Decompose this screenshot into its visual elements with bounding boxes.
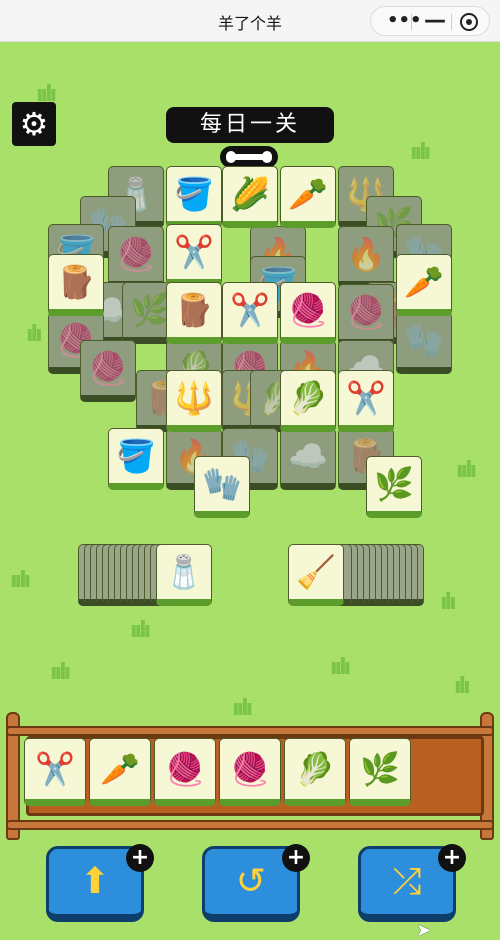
grass-decoration: ılı bbox=[26, 322, 43, 347]
tile-icon: 🌿 bbox=[360, 750, 400, 788]
tile-icon: 🧶 bbox=[288, 291, 328, 329]
tile-icon: ✂️ bbox=[230, 291, 270, 329]
bone-icon bbox=[220, 146, 278, 168]
game-tile-carrot[interactable]: 🥕 bbox=[280, 166, 336, 228]
grass-decoration: ılı bbox=[440, 590, 457, 615]
minimize-button[interactable]: — bbox=[424, 8, 446, 33]
tile-icon: 🧂 bbox=[164, 553, 204, 591]
grass-decoration: ılı bbox=[454, 674, 471, 699]
tile-icon: 🪣 bbox=[116, 437, 156, 475]
covered-tile: 🧶 bbox=[80, 340, 136, 402]
add-undo-plus-icon[interactable]: + bbox=[282, 844, 310, 872]
covered-tile: 🧶 bbox=[108, 226, 164, 288]
tile-icon: 🧶 bbox=[346, 293, 386, 331]
tile-icon: ✂️ bbox=[174, 233, 214, 271]
add-move-out-plus-icon[interactable]: + bbox=[126, 844, 154, 872]
tile-icon: 🔱 bbox=[174, 379, 214, 417]
grass-decoration: ıılı bbox=[10, 568, 31, 593]
game-tile-scissors[interactable]: ✂️ bbox=[166, 224, 222, 286]
tile-icon: 🧶 bbox=[116, 235, 156, 273]
divider bbox=[451, 14, 452, 30]
tile-icon: 🔥 bbox=[346, 235, 386, 273]
add-shuffle-plus-icon[interactable]: + bbox=[438, 844, 466, 872]
tile-icon: 🧶 bbox=[88, 349, 128, 387]
tile-icon: ✂️ bbox=[346, 379, 386, 417]
tile-icon: 🥬 bbox=[288, 379, 328, 417]
tile-icon: ✂️ bbox=[35, 750, 75, 788]
tile-icon: 🧹 bbox=[296, 553, 336, 591]
right-stack-top-tile[interactable]: 🧹 bbox=[288, 544, 344, 606]
tile-icon: 🧶 bbox=[165, 750, 205, 788]
covered-tile: ☁️ bbox=[280, 428, 336, 490]
close-record-button[interactable] bbox=[460, 13, 478, 31]
game-tile-stump[interactable]: 🪵 bbox=[48, 254, 104, 316]
mini-program-titlebar: 羊了个羊 ••• — bbox=[0, 0, 500, 42]
tile-icon: 🥕 bbox=[288, 175, 328, 213]
slot-tile: 🌿 bbox=[349, 738, 411, 806]
settings-gear-icon[interactable]: ⚙ bbox=[12, 102, 56, 146]
tile-icon: 🪵 bbox=[174, 291, 214, 329]
tile-icon: 🪣 bbox=[174, 175, 214, 213]
divider bbox=[411, 14, 412, 30]
game-tile-pitchfork[interactable]: 🔱 bbox=[166, 370, 222, 432]
covered-tile: 🧶 bbox=[338, 284, 394, 346]
game-tile-carrot[interactable]: 🥕 bbox=[396, 254, 452, 316]
tile-icon: 🌿 bbox=[374, 465, 414, 503]
game-tile-stump[interactable]: 🪵 bbox=[166, 282, 222, 344]
game-tile-bucket[interactable]: 🪣 bbox=[108, 428, 164, 490]
tile-icon: 🧤 bbox=[202, 465, 242, 503]
slot-tile: 🥕 bbox=[89, 738, 151, 806]
more-menu-button[interactable]: ••• bbox=[387, 10, 422, 31]
mouse-cursor-icon: ➤ bbox=[416, 920, 432, 940]
tile-icon: 🥬 bbox=[295, 750, 335, 788]
game-tile-bucket[interactable]: 🪣 bbox=[166, 166, 222, 228]
tile-icon: 🪵 bbox=[56, 263, 96, 301]
game-tile-glove[interactable]: 🧤 bbox=[194, 456, 250, 518]
shuffle-icon: ⤮ bbox=[392, 860, 422, 902]
slot-tile: ✂️ bbox=[24, 738, 86, 806]
fence-rail bbox=[6, 820, 494, 830]
grass-decoration: ıılı bbox=[130, 618, 151, 643]
tile-icon: 🧶 bbox=[230, 750, 270, 788]
tile-icon: 🥕 bbox=[404, 263, 444, 301]
left-stack-top-tile[interactable]: 🧂 bbox=[156, 544, 212, 606]
tile-icon: ☁️ bbox=[288, 437, 328, 475]
game-tile-scissors[interactable]: ✂️ bbox=[222, 282, 278, 344]
tile-icon: 🧤 bbox=[404, 321, 444, 359]
grass-decoration: ıılı bbox=[456, 458, 477, 483]
covered-tile: 🔥 bbox=[338, 226, 394, 288]
game-tile-grass[interactable]: 🌿 bbox=[366, 456, 422, 518]
game-tile-cabbage[interactable]: 🥬 bbox=[280, 370, 336, 432]
level-title: 每日一关 bbox=[166, 107, 334, 143]
move-out-icon: ⬆ bbox=[79, 861, 111, 902]
slot-tile: 🧶 bbox=[219, 738, 281, 806]
game-tile-yarn[interactable]: 🧶 bbox=[280, 282, 336, 344]
game-tile-scissors[interactable]: ✂️ bbox=[338, 370, 394, 432]
slot-tile: 🥬 bbox=[284, 738, 346, 806]
tile-icon: 🥕 bbox=[100, 750, 140, 788]
tile-icon: 🌽 bbox=[230, 175, 270, 213]
grass-decoration: ıılı bbox=[410, 140, 431, 165]
slot-tile: 🧶 bbox=[154, 738, 216, 806]
grass-decoration: ıılı bbox=[50, 660, 71, 685]
game-tile-corn[interactable]: 🌽 bbox=[222, 166, 278, 228]
capsule-menu: ••• — bbox=[370, 6, 490, 36]
tile-icon: 🌿 bbox=[130, 291, 170, 329]
covered-tile: 🧤 bbox=[396, 312, 452, 374]
fence-rail bbox=[6, 726, 494, 736]
grass-decoration: ıılı bbox=[330, 655, 351, 680]
undo-icon: ↺ bbox=[235, 861, 267, 902]
